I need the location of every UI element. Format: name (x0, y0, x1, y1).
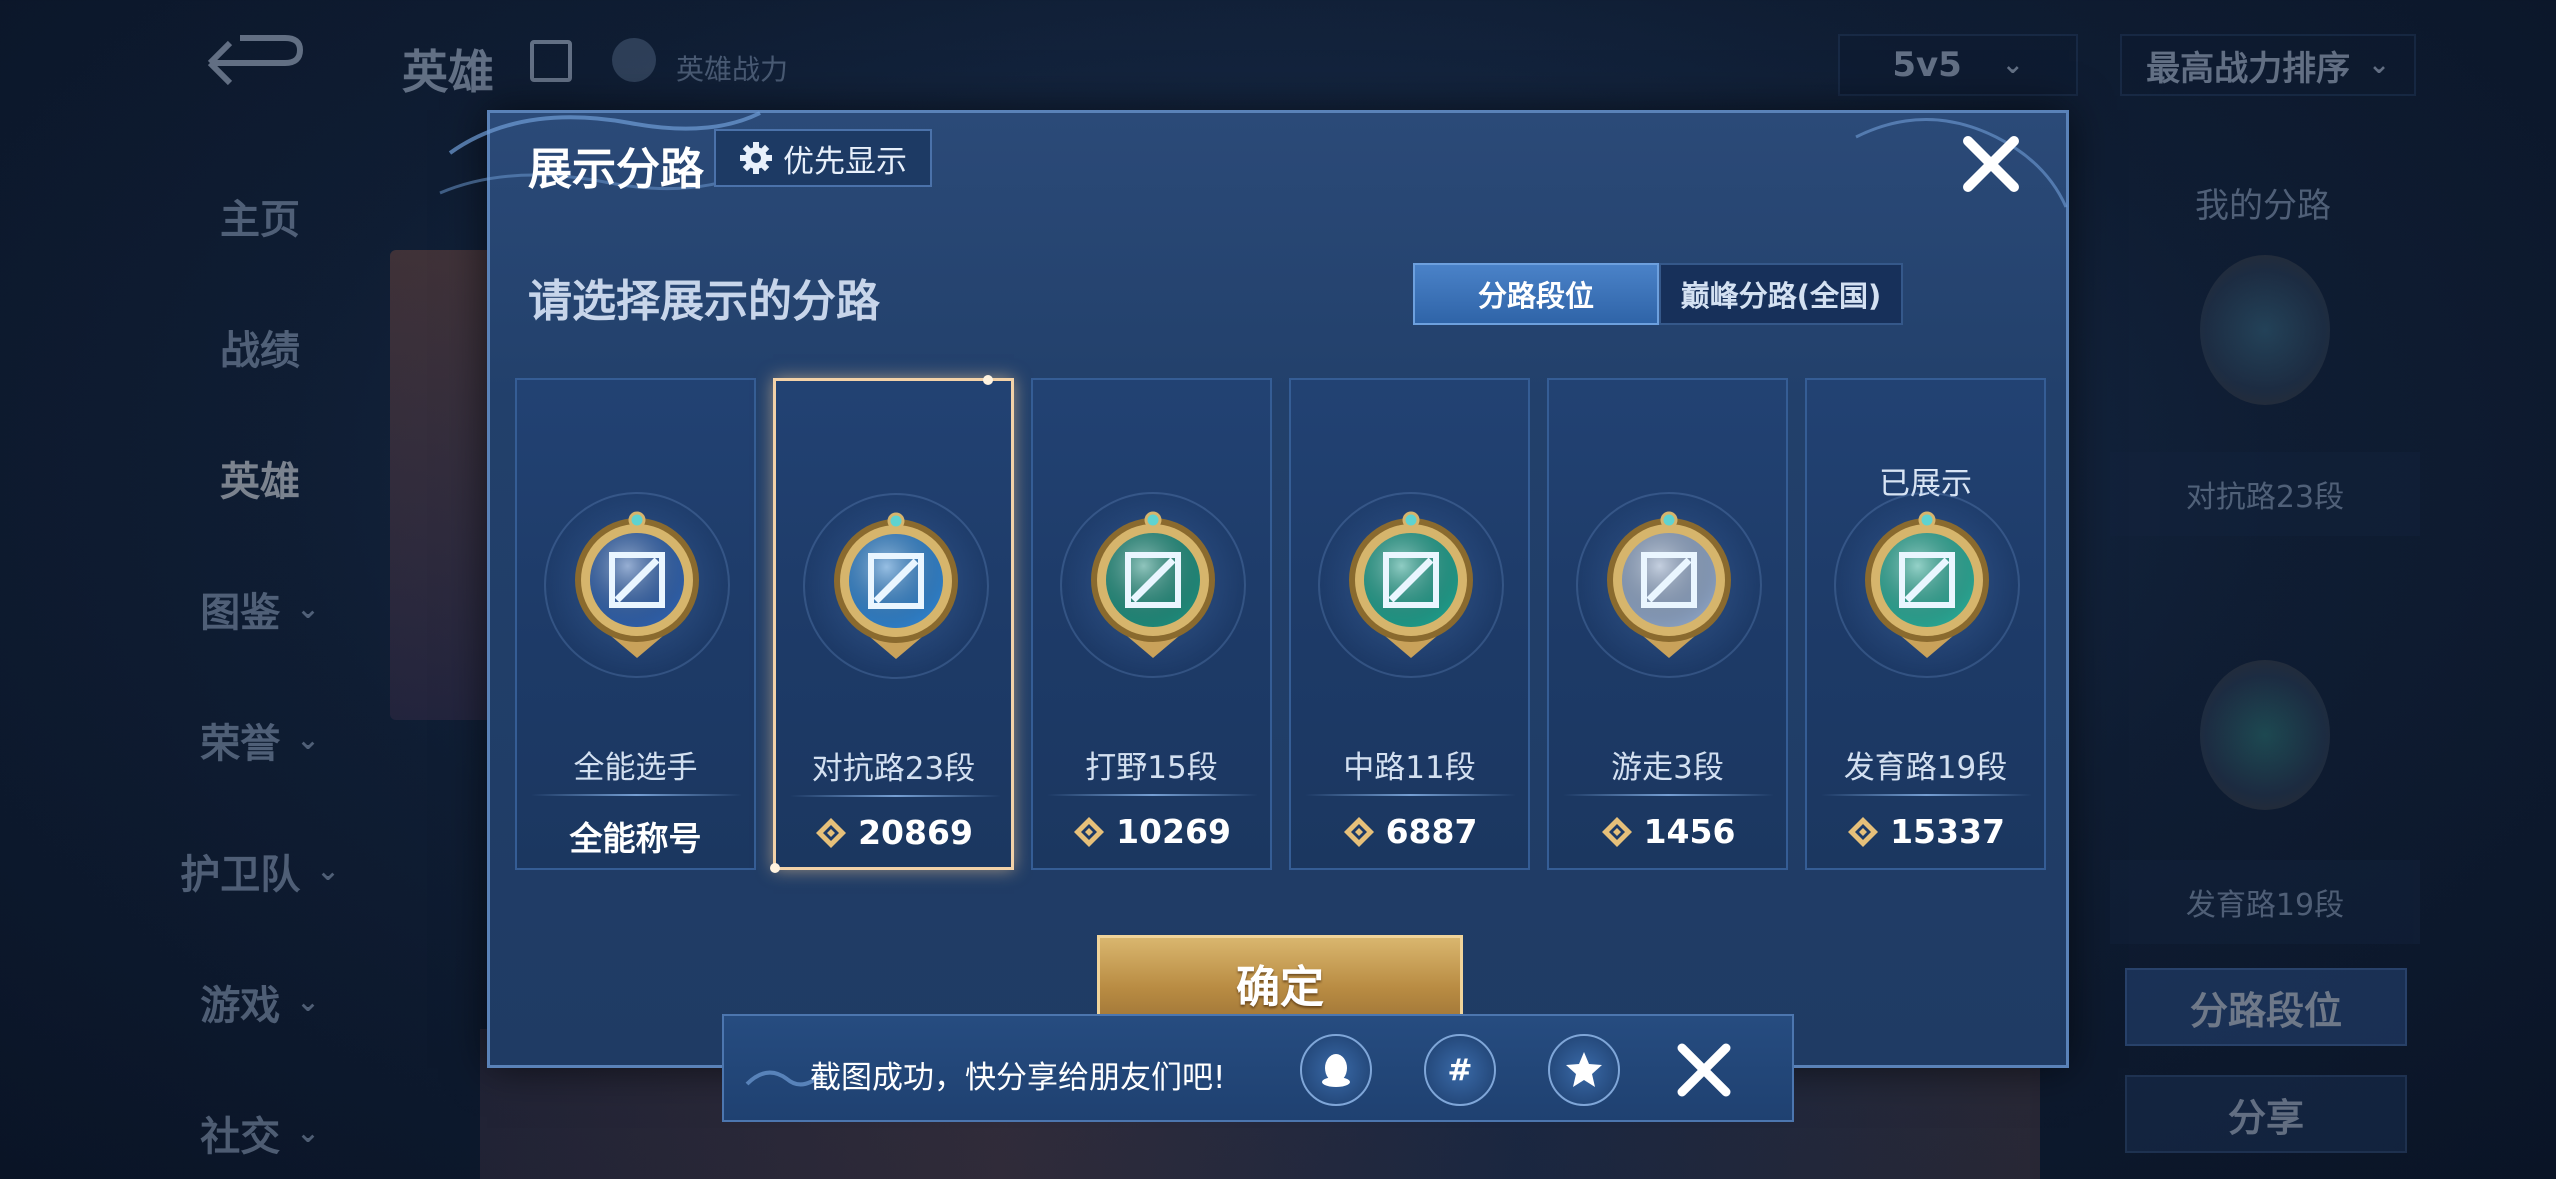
selection-corner-dot (983, 375, 993, 385)
priority-display-label: 优先显示 (783, 143, 907, 180)
back-arrow-icon[interactable] (190, 28, 310, 98)
qzone-share-icon[interactable] (1548, 1034, 1620, 1106)
chevron-down-icon: ⌄ (296, 592, 320, 625)
card-divider (1305, 794, 1516, 796)
lane-card[interactable]: 打野15段 10269 (1031, 378, 1272, 870)
lane-rank-label: 发育路19段 (1843, 750, 2008, 786)
lane-rank-label: 全能选手 (573, 750, 698, 786)
lane-display-dialog: 展示分路 优先显示 请选择展示的分路 分路段位 巅峰分路(全国) 全能选手 全能… (439, 110, 2069, 1068)
wechat-moments-share-icon[interactable]: # (1424, 1034, 1496, 1106)
sidebar-item-guard[interactable]: 护卫队 ⌄ (150, 805, 370, 936)
lane-card[interactable]: 游走3段 1456 (1547, 378, 1788, 870)
farm-lane-emblem-icon (1865, 511, 1989, 658)
lane-score: 10269 (1033, 812, 1270, 851)
clash-lane-badge-icon (2200, 255, 2330, 405)
lane-rank-label: 打野15段 (1085, 750, 1218, 786)
lane-score-value: 6887 (1385, 812, 1478, 851)
all-round-emblem-icon (575, 511, 699, 658)
lane-score: 20869 (776, 813, 1011, 852)
hero-portrait[interactable] (390, 250, 500, 720)
lane-score: 6887 (1291, 812, 1528, 851)
card-divider (1563, 794, 1774, 796)
lane-score-value: 20869 (858, 813, 973, 852)
lane-rank-button[interactable]: 分路段位 (2125, 968, 2407, 1046)
lane-score: 15337 (1807, 812, 2044, 851)
card-divider (531, 794, 742, 796)
jungle-emblem-icon (1091, 511, 1215, 658)
mode-select[interactable]: 5v5 ⌄ (1838, 34, 2078, 96)
lane-score: 1456 (1549, 812, 1786, 851)
sidebar-item-home[interactable]: 主页 (150, 150, 370, 281)
chevron-down-icon: ⌄ (296, 985, 320, 1018)
sidebar-item-record[interactable]: 战绩 (150, 281, 370, 412)
lane-card[interactable]: 已展示 发育路19段 15337 (1805, 378, 2046, 870)
lane-score-value: 15337 (1890, 812, 2005, 851)
toast-message: 截图成功，快分享给朋友们吧! (810, 1060, 1226, 1096)
sidebar-item-social[interactable]: 社交 ⌄ (150, 1067, 370, 1179)
chevron-down-icon: ⌄ (296, 723, 320, 756)
lane-score-value: 1456 (1643, 812, 1736, 851)
chevron-down-icon: ⌄ (2001, 50, 2024, 80)
gear-icon (740, 142, 772, 174)
sidebar-item-hero[interactable]: 英雄 (150, 412, 370, 543)
clash-lane-emblem-icon (834, 512, 958, 659)
power-diamond-icon (816, 817, 847, 848)
lane-rank-label: 中路11段 (1343, 750, 1476, 786)
close-icon[interactable] (1672, 1038, 1736, 1102)
svg-text:#: # (1447, 1053, 1472, 1088)
card-divider (790, 795, 1001, 797)
chevron-down-icon: ⌄ (2368, 50, 2390, 80)
my-lane-label: 发育路19段 (2110, 860, 2420, 944)
screenshot-toast: 截图成功，快分享给朋友们吧! # (722, 1014, 1794, 1122)
lane-card[interactable]: 中路11段 6887 (1289, 378, 1530, 870)
lane-card-list: 全能选手 全能称号 对抗路23段 20869 打野15段 10269 中路11段… (515, 375, 2046, 873)
power-diamond-icon (1074, 816, 1105, 847)
power-diamond-icon (1343, 816, 1374, 847)
lane-score-value: 全能称号 (569, 819, 702, 858)
tab-lane-rank[interactable]: 分路段位 (1413, 263, 1659, 325)
card-divider (1821, 794, 2032, 796)
my-lane-label: 对抗路23段 (2110, 452, 2420, 536)
sidebar-item-collection[interactable]: 图鉴 ⌄ (150, 543, 370, 674)
hero-power-label: 英雄战力 (676, 53, 789, 86)
lane-card[interactable]: 对抗路23段 20869 (770, 375, 1014, 873)
chevron-down-icon: ⌄ (296, 1116, 320, 1149)
list-icon[interactable] (530, 40, 572, 82)
share-button[interactable]: 分享 (2125, 1075, 2407, 1153)
lane-card[interactable]: 全能选手 全能称号 (515, 378, 756, 870)
selection-prompt: 请选择展示的分路 (528, 276, 880, 327)
power-diamond-icon (1848, 816, 1879, 847)
lane-score-value: 10269 (1116, 812, 1231, 851)
sidebar: 主页 战绩 英雄 图鉴 ⌄ 荣誉 ⌄ 护卫队 ⌄ 游戏 ⌄ 社交 ⌄ (150, 150, 370, 1179)
my-lanes-title: 我的分路 (2195, 186, 2331, 226)
sort-select[interactable]: 最高战力排序 ⌄ (2120, 34, 2416, 96)
lane-score: 全能称号 (517, 812, 754, 860)
priority-display-button[interactable]: 优先显示 (714, 129, 932, 187)
dialog-title: 展示分路 (528, 144, 704, 195)
lane-tabs: 分路段位 巅峰分路(全国) (1413, 263, 1903, 325)
selection-corner-dot (770, 863, 780, 873)
power-diamond-icon (1601, 816, 1632, 847)
chevron-down-icon: ⌄ (316, 854, 340, 887)
qq-share-icon[interactable] (1300, 1034, 1372, 1106)
farm-lane-badge-icon (2200, 660, 2330, 810)
sidebar-item-game[interactable]: 游戏 ⌄ (150, 936, 370, 1067)
lane-rank-label: 对抗路23段 (811, 751, 976, 787)
tab-peak-lane[interactable]: 巅峰分路(全国) (1659, 263, 1903, 325)
mid-lane-emblem-icon (1349, 511, 1473, 658)
hero-helmet-icon (612, 38, 656, 82)
card-divider (1047, 794, 1258, 796)
lane-rank-label: 游走3段 (1611, 750, 1724, 786)
close-icon[interactable] (1956, 129, 2026, 199)
roam-emblem-icon (1607, 511, 1731, 658)
sidebar-item-honor[interactable]: 荣誉 ⌄ (150, 674, 370, 805)
dialog-header: 展示分路 优先显示 (490, 113, 2066, 213)
